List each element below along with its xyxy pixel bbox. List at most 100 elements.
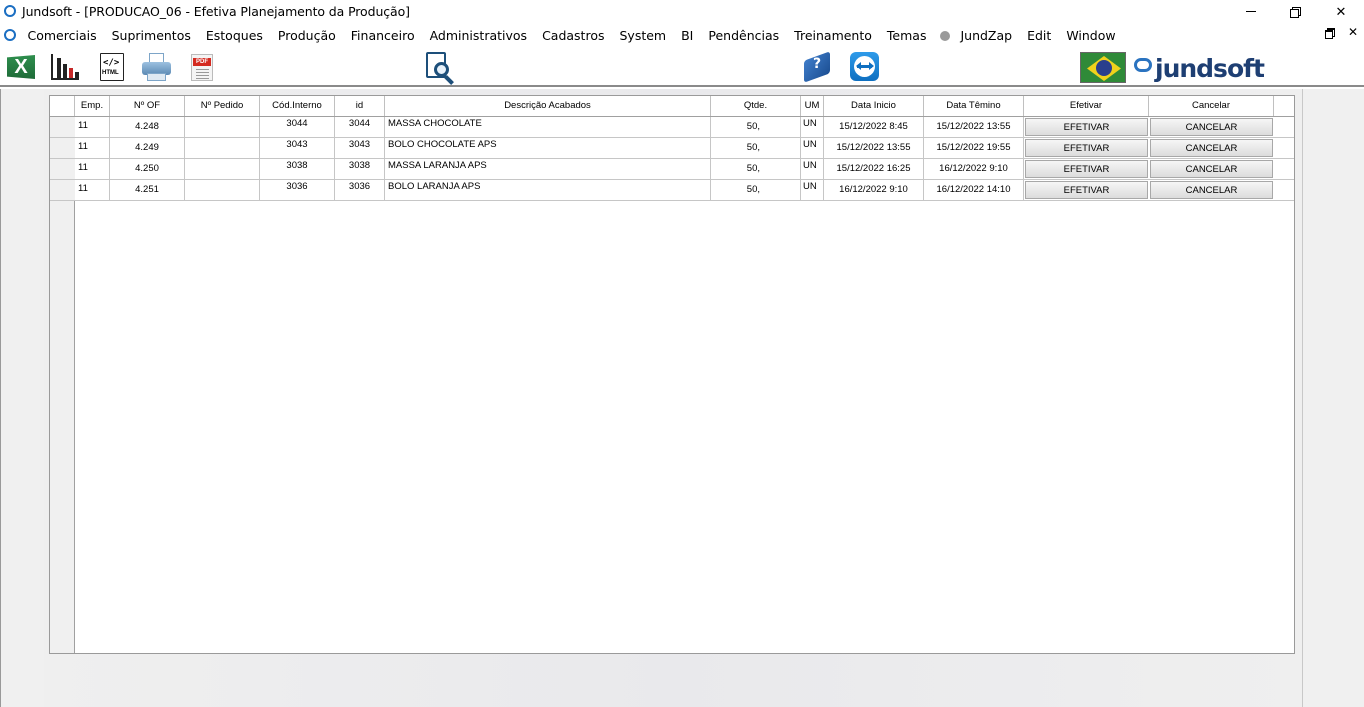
menu-producao[interactable]: Produção xyxy=(270,28,343,43)
title-bar: Jundsoft - [PRODUCAO_06 - Efetiva Planej… xyxy=(0,0,1364,23)
row-indicator[interactable] xyxy=(50,138,75,159)
cell-emp: 11 xyxy=(75,159,110,179)
menu-cadastros[interactable]: Cadastros xyxy=(535,28,612,43)
cancelar-button[interactable]: CANCELAR xyxy=(1150,181,1273,199)
menu-administrativos[interactable]: Administrativos xyxy=(422,28,534,43)
header-of[interactable]: Nº OF xyxy=(110,96,185,116)
menu-estoques[interactable]: Estoques xyxy=(198,28,270,43)
cell-data-termino: 16/12/2022 9:10 xyxy=(924,159,1024,179)
cell-qtde: 50, xyxy=(711,117,801,137)
close-icon: ✕ xyxy=(1335,3,1347,19)
menu-bar: Comerciais Suprimentos Estoques Produção… xyxy=(0,23,1364,48)
header-indicator xyxy=(50,96,75,116)
cell-cod-interno: 3038 xyxy=(260,159,335,179)
cell-cod-interno: 3044 xyxy=(260,117,335,137)
cell-data-inicio: 15/12/2022 8:45 xyxy=(824,117,924,137)
table-row[interactable]: 11 4.248 3044 3044 MASSA CHOCOLATE 50, U… xyxy=(50,117,1294,138)
mdi-close-icon[interactable]: ✕ xyxy=(1348,26,1358,38)
menu-treinamento[interactable]: Treinamento xyxy=(787,28,880,43)
row-indicator[interactable] xyxy=(50,117,75,138)
search-document-icon[interactable] xyxy=(424,51,458,85)
cell-data-inicio: 15/12/2022 16:25 xyxy=(824,159,924,179)
cell-data-termino: 16/12/2022 14:10 xyxy=(924,180,1024,200)
mdi-restore-icon[interactable] xyxy=(1324,28,1335,39)
menu-jundzap[interactable]: JundZap xyxy=(953,28,1020,43)
table-row[interactable]: 11 4.250 3038 3038 MASSA LARANJA APS 50,… xyxy=(50,159,1294,180)
cancelar-button[interactable]: CANCELAR xyxy=(1150,118,1273,136)
cell-descricao: MASSA CHOCOLATE xyxy=(385,117,711,137)
menu-edit[interactable]: Edit xyxy=(1020,28,1059,43)
header-emp[interactable]: Emp. xyxy=(75,96,110,116)
row-indicator[interactable] xyxy=(50,180,75,201)
cell-data-inicio: 15/12/2022 13:55 xyxy=(824,138,924,158)
cell-emp: 11 xyxy=(75,180,110,200)
html-export-icon[interactable]: </> HTML xyxy=(97,52,127,82)
mdi-child-icon[interactable] xyxy=(4,29,16,41)
production-plan-grid[interactable]: Emp. Nº OF Nº Pedido Cód.Interno id Desc… xyxy=(49,95,1295,654)
cell-qtde: 50, xyxy=(711,180,801,200)
jundsoft-logo: jundsoft xyxy=(1134,52,1265,84)
cell-pedido xyxy=(185,117,260,137)
cell-qtde: 50, xyxy=(711,138,801,158)
menu-suprimentos[interactable]: Suprimentos xyxy=(104,28,198,43)
menu-comerciais[interactable]: Comerciais xyxy=(20,28,104,43)
cell-id: 3038 xyxy=(335,159,385,179)
cell-data-termino: 15/12/2022 19:55 xyxy=(924,138,1024,158)
close-button[interactable]: ✕ xyxy=(1318,0,1364,23)
printer-icon[interactable] xyxy=(141,52,171,82)
header-data-inicio[interactable]: Data Inicio xyxy=(824,96,924,116)
minimize-button[interactable] xyxy=(1228,0,1274,23)
teamviewer-icon[interactable] xyxy=(850,52,880,82)
table-row[interactable]: 11 4.251 3036 3036 BOLO LARANJA APS 50, … xyxy=(50,180,1294,201)
chart-icon[interactable] xyxy=(50,52,80,82)
header-um[interactable]: UM xyxy=(801,96,824,116)
header-efetivar[interactable]: Efetivar xyxy=(1024,96,1149,116)
restore-button[interactable] xyxy=(1272,0,1318,23)
cell-cod-interno: 3043 xyxy=(260,138,335,158)
cancelar-button[interactable]: CANCELAR xyxy=(1150,139,1273,157)
cancelar-button[interactable]: CANCELAR xyxy=(1150,160,1273,178)
pdf-icon[interactable]: PDF xyxy=(188,52,218,82)
header-pedido[interactable]: Nº Pedido xyxy=(185,96,260,116)
table-row[interactable]: 11 4.249 3043 3043 BOLO CHOCOLATE APS 50… xyxy=(50,138,1294,159)
efetivar-button[interactable]: EFETIVAR xyxy=(1025,160,1148,178)
cell-descricao: BOLO LARANJA APS xyxy=(385,180,711,200)
efetivar-button[interactable]: EFETIVAR xyxy=(1025,118,1148,136)
cell-qtde: 50, xyxy=(711,159,801,179)
header-cod-interno[interactable]: Cód.Interno xyxy=(260,96,335,116)
efetivar-button[interactable]: EFETIVAR xyxy=(1025,181,1148,199)
brazil-flag-icon[interactable] xyxy=(1080,52,1126,83)
cell-um: UN xyxy=(801,138,824,158)
cell-emp: 11 xyxy=(75,138,110,158)
restore-icon xyxy=(1290,6,1301,18)
cell-emp: 11 xyxy=(75,117,110,137)
menu-system[interactable]: System xyxy=(612,28,674,43)
menu-financeiro[interactable]: Financeiro xyxy=(343,28,422,43)
cell-um: UN xyxy=(801,117,824,137)
cell-descricao: MASSA LARANJA APS xyxy=(385,159,711,179)
cell-of: 4.249 xyxy=(110,138,185,158)
header-data-termino[interactable]: Data Têmino xyxy=(924,96,1024,116)
menu-bi[interactable]: BI xyxy=(674,28,701,43)
jundzap-status-icon xyxy=(939,30,950,41)
cell-pedido xyxy=(185,138,260,158)
header-id[interactable]: id xyxy=(335,96,385,116)
cell-of: 4.248 xyxy=(110,117,185,137)
cell-um: UN xyxy=(801,159,824,179)
menu-temas[interactable]: Temas xyxy=(879,28,934,43)
excel-icon[interactable]: X xyxy=(7,52,37,82)
cell-pedido xyxy=(185,159,260,179)
row-indicator[interactable] xyxy=(50,159,75,180)
header-descricao[interactable]: Descrição Acabados xyxy=(385,96,711,116)
efetivar-button[interactable]: EFETIVAR xyxy=(1025,139,1148,157)
jundsoft-logo-mark xyxy=(1134,58,1152,72)
help-book-icon[interactable]: ? xyxy=(802,51,832,83)
menu-window[interactable]: Window xyxy=(1059,28,1123,43)
menu-pendencias[interactable]: Pendências xyxy=(701,28,787,43)
cell-um: UN xyxy=(801,180,824,200)
header-qtde[interactable]: Qtde. xyxy=(711,96,801,116)
minimize-icon xyxy=(1246,11,1256,12)
header-cancelar[interactable]: Cancelar xyxy=(1149,96,1274,116)
window-title: Jundsoft - [PRODUCAO_06 - Efetiva Planej… xyxy=(22,4,410,19)
cell-id: 3044 xyxy=(335,117,385,137)
